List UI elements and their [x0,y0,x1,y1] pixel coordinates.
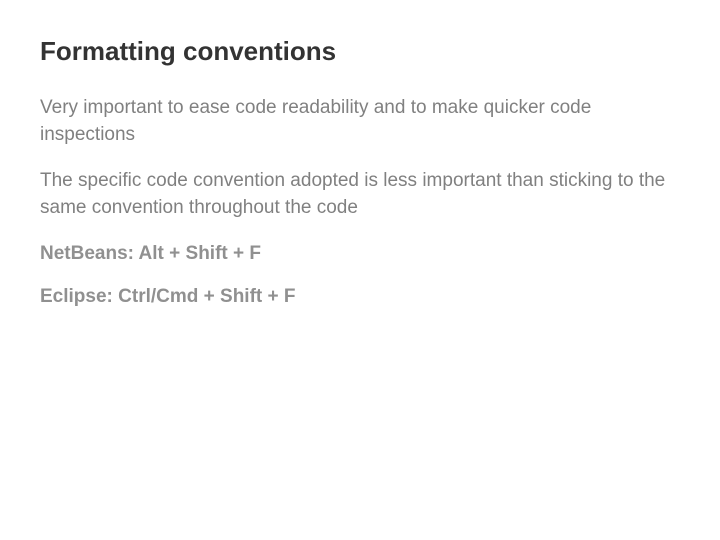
paragraph-convention: The specific code convention adopted is … [40,168,680,221]
slide-title: Formatting conventions [40,36,680,67]
paragraph-readability: Very important to ease code readability … [40,95,680,148]
shortcut-netbeans: NetBeans: Alt + Shift + F [40,241,680,268]
shortcut-eclipse: Eclipse: Ctrl/Cmd + Shift + F [40,284,680,311]
